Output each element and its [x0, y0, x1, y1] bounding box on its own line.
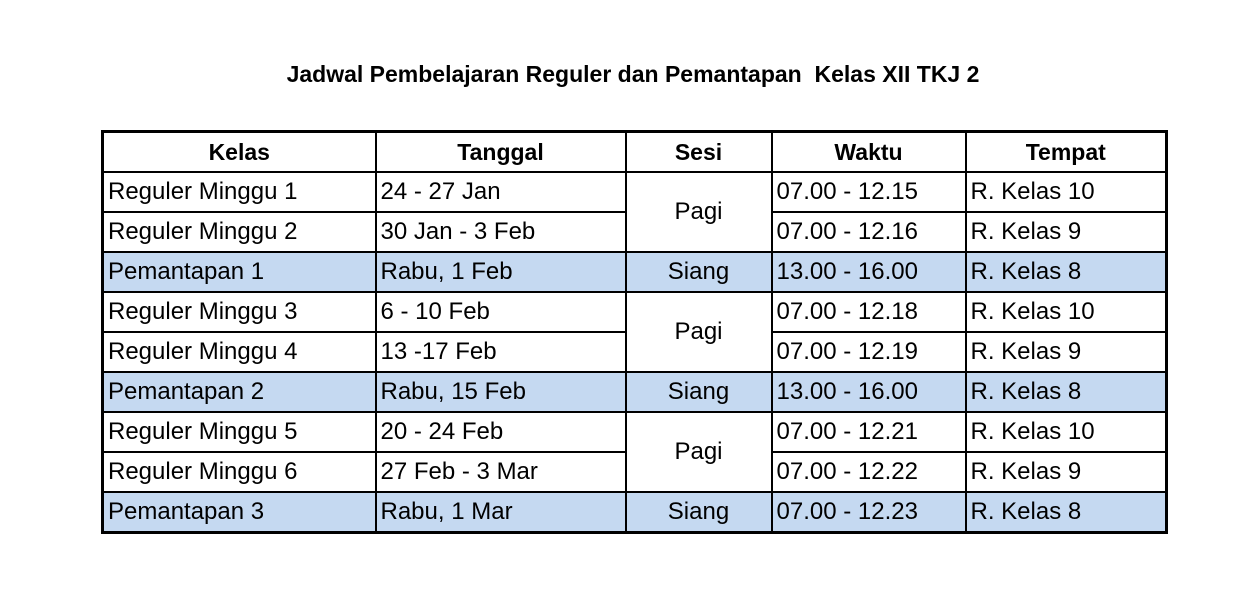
- cell-waktu: 07.00 - 12.18: [770, 291, 967, 333]
- cell-kelas: Reguler Minggu 4: [101, 331, 377, 373]
- column-header-tempat: Tempat: [964, 130, 1168, 173]
- cell-tanggal: 13 -17 Feb: [374, 331, 627, 373]
- cell-tempat: R. Kelas 9: [964, 211, 1168, 253]
- table-row: Reguler Minggu 3 6 - 10 Feb Pagi 07.00 -…: [101, 291, 1168, 373]
- cell-tanggal: Rabu, 1 Mar: [374, 491, 627, 534]
- cell-waktu: 13.00 - 16.00: [770, 251, 967, 293]
- cell-waktu: 07.00 - 12.15: [770, 171, 967, 213]
- cell-waktu: 07.00 - 12.21: [770, 411, 967, 453]
- cell-sesi: Pagi: [624, 291, 773, 373]
- cell-tempat: R. Kelas 9: [964, 331, 1168, 373]
- cell-tanggal: 27 Feb - 3 Mar: [374, 451, 627, 493]
- cell-tempat: R. Kelas 8: [964, 251, 1168, 293]
- table-row: Reguler Minggu 5 20 - 24 Feb Pagi 07.00 …: [101, 411, 1168, 493]
- cell-waktu: 07.00 - 12.23: [770, 491, 967, 534]
- cell-kelas: Reguler Minggu 1: [101, 171, 377, 213]
- cell-tanggal: Rabu, 1 Feb: [374, 251, 627, 293]
- table-row-highlighted: Pemantapan 1 Rabu, 1 Feb Siang 13.00 - 1…: [101, 251, 1168, 293]
- cell-tanggal: 20 - 24 Feb: [374, 411, 627, 453]
- cell-kelas: Reguler Minggu 2: [101, 211, 377, 253]
- table-row-highlighted: Pemantapan 2 Rabu, 15 Feb Siang 13.00 - …: [101, 371, 1168, 413]
- schedule-table: Kelas Tanggal Sesi Waktu Tempat Reguler …: [101, 130, 1168, 534]
- cell-tempat: R. Kelas 8: [964, 491, 1168, 534]
- cell-sesi: Siang: [624, 371, 773, 413]
- page-title: Jadwal Pembelajaran Reguler dan Pemantap…: [286, 61, 980, 87]
- cell-tempat: R. Kelas 10: [964, 171, 1168, 213]
- column-header-sesi: Sesi: [624, 130, 773, 173]
- table-row-highlighted: Pemantapan 3 Rabu, 1 Mar Siang 07.00 - 1…: [101, 491, 1168, 534]
- cell-waktu: 07.00 - 12.22: [770, 451, 967, 493]
- cell-tempat: R. Kelas 10: [964, 291, 1168, 333]
- cell-kelas: Pemantapan 3: [101, 491, 377, 534]
- cell-kelas: Pemantapan 2: [101, 371, 377, 413]
- cell-tempat: R. Kelas 10: [964, 411, 1168, 453]
- cell-tanggal: 24 - 27 Jan: [374, 171, 627, 213]
- cell-waktu: 13.00 - 16.00: [770, 371, 967, 413]
- cell-sesi: Pagi: [624, 171, 773, 253]
- column-header-tanggal: Tanggal: [374, 130, 627, 173]
- cell-kelas: Reguler Minggu 3: [101, 291, 377, 333]
- cell-kelas: Reguler Minggu 5: [101, 411, 377, 453]
- cell-sesi: Siang: [624, 491, 773, 534]
- cell-sesi: Siang: [624, 251, 773, 293]
- cell-waktu: 07.00 - 12.19: [770, 331, 967, 373]
- column-header-kelas: Kelas: [101, 130, 377, 173]
- table-row: Reguler Minggu 1 24 - 27 Jan Pagi 07.00 …: [101, 171, 1168, 253]
- cell-waktu: 07.00 - 12.16: [770, 211, 967, 253]
- column-header-waktu: Waktu: [770, 130, 967, 173]
- cell-tempat: R. Kelas 8: [964, 371, 1168, 413]
- table-header-row: Kelas Tanggal Sesi Waktu Tempat: [101, 130, 1168, 173]
- cell-tanggal: Rabu, 15 Feb: [374, 371, 627, 413]
- cell-tanggal: 30 Jan - 3 Feb: [374, 211, 627, 253]
- cell-kelas: Reguler Minggu 6: [101, 451, 377, 493]
- cell-kelas: Pemantapan 1: [101, 251, 377, 293]
- cell-tanggal: 6 - 10 Feb: [374, 291, 627, 333]
- cell-sesi: Pagi: [624, 411, 773, 493]
- cell-tempat: R. Kelas 9: [964, 451, 1168, 493]
